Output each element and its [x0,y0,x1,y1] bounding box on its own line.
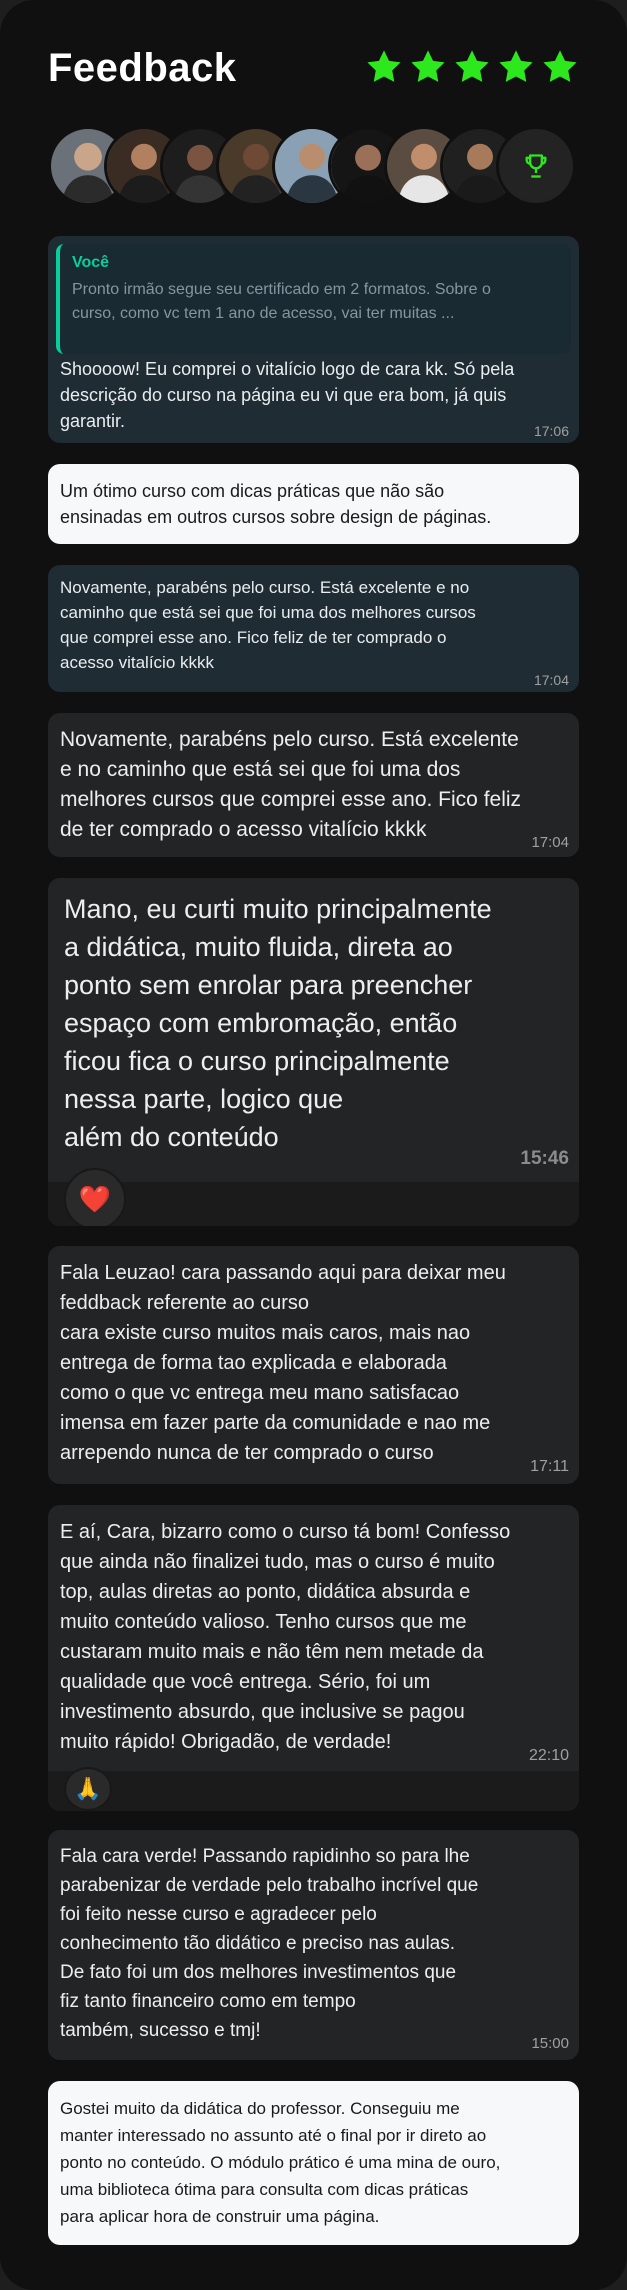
message-text: Mano, eu curti muito principalmente a di… [64,894,492,1152]
feedback-message: Gostei muito da didática do professor. C… [48,2081,579,2245]
message-text: Fala Leuzao! cara passando aqui para dei… [60,1262,506,1464]
reaction-heart[interactable]: ❤️ [64,1168,126,1226]
feedback-message: Você Pronto irmão segue seu certificado … [48,236,579,443]
star-icon [367,50,401,82]
quoted-message: Você Pronto irmão segue seu certificado … [56,244,571,354]
feedback-message: Novamente, parabéns pelo curso. Está exc… [48,713,579,857]
trophy-badge [496,126,576,206]
message-text: Gostei muito da didática do professor. C… [60,2099,501,2226]
message-time: 15:46 [520,1148,569,1169]
avatar-group [48,126,576,206]
reaction-pray[interactable]: 🙏 [64,1767,112,1811]
pray-icon: 🙏 [74,1776,102,1801]
star-icon [455,50,489,82]
message-time: 17:04 [531,834,569,851]
message-time: 15:00 [531,2035,569,2052]
message-text: Novamente, parabéns pelo curso. Está exc… [60,578,476,672]
header: Feedback [48,44,579,96]
message-text: Fala cara verde! Passando rapidinho so p… [60,1846,479,2041]
message-time: 22:10 [528,1747,569,1764]
feedback-message: Fala cara verde! Passando rapidinho so p… [48,1830,579,2060]
star-rating [365,48,579,86]
quote-text: Pronto irmão segue seu certificado em 2 … [72,281,491,322]
star-icon [543,50,577,82]
feedback-message: Novamente, parabéns pelo curso. Está exc… [48,565,579,692]
trophy-icon [525,154,547,178]
heart-icon: ❤️ [78,1183,112,1214]
message-time: 17:04 [533,672,569,688]
reaction-bar [48,1182,579,1226]
feedback-message: E aí, Cara, bizarro como o curso tá bom!… [48,1505,579,1811]
star-icon [411,50,445,82]
page-title: Feedback [48,46,237,90]
message-text: E aí, Cara, bizarro como o curso tá bom!… [60,1521,511,1753]
quote-author: Você [72,254,110,271]
feedback-message: Um ótimo curso com dicas práticas que nã… [48,464,579,544]
feedback-message: Mano, eu curti muito principalmente a di… [48,878,579,1226]
feedback-panel: Feedback Você Pronto irmão segue seu cer… [0,0,627,2290]
message-time: 17:11 [530,1458,569,1475]
message-text: Shoooow! Eu comprei o vitalício logo de … [60,359,515,431]
message-time: 17:06 [533,423,569,439]
message-text: Um ótimo curso com dicas práticas que nã… [60,481,492,527]
star-icon [499,50,533,82]
reaction-bar [48,1771,579,1811]
feedback-message: Fala Leuzao! cara passando aqui para dei… [48,1246,579,1484]
message-text: Novamente, parabéns pelo curso. Está exc… [60,728,522,841]
